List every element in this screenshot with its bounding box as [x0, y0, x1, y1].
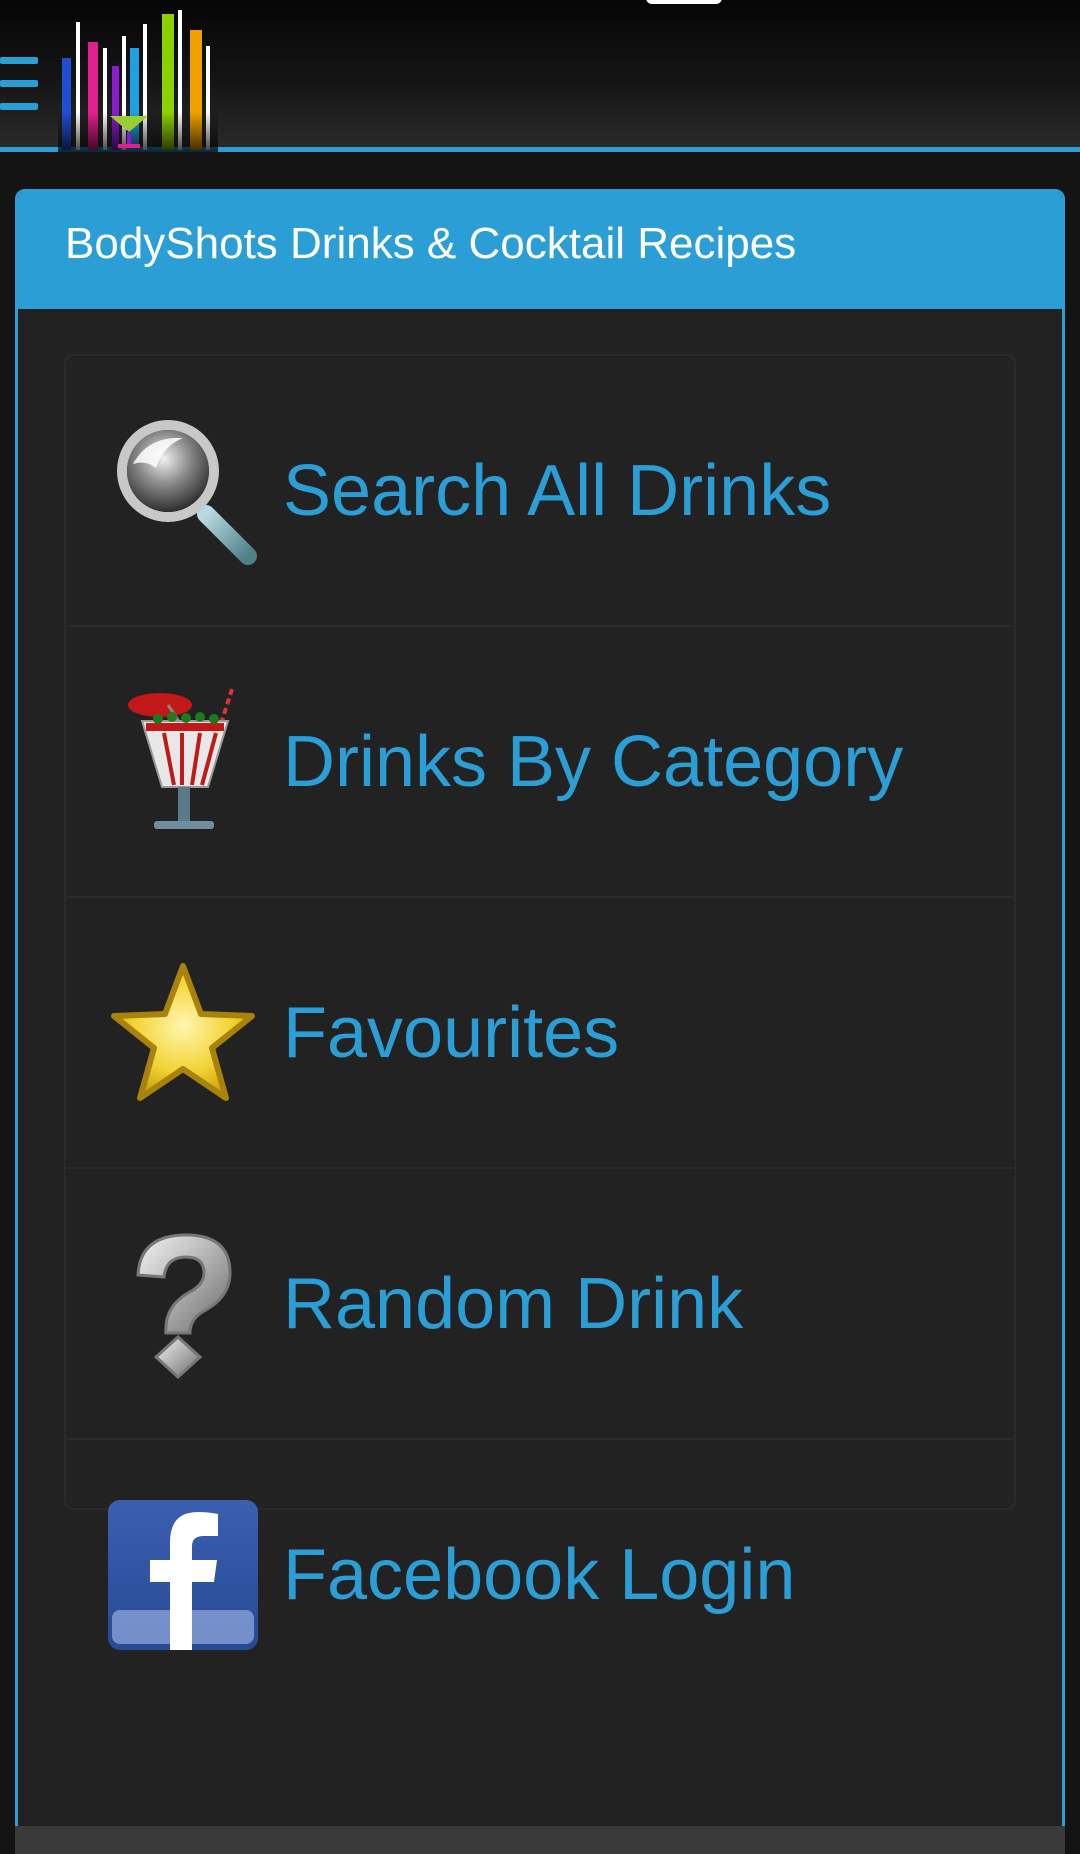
menu-item-search-all-drinks[interactable]: Search All Drinks — [66, 356, 1014, 627]
panel-title: BodyShots Drinks & Cocktail Recipes — [65, 219, 797, 268]
magnifying-glass-icon — [117, 420, 257, 565]
footer-strip — [15, 1826, 1065, 1854]
menu-item-favourites[interactable]: Favourites — [66, 898, 1014, 1169]
app-logo-icon[interactable] — [58, 8, 218, 152]
status-indicator — [646, 0, 722, 4]
app-screen: BodyShots Drinks & Cocktail Recipes Sear… — [0, 0, 1080, 1854]
menu-item-label: Facebook Login — [283, 1535, 796, 1615]
question-mark-icon — [136, 1233, 232, 1379]
top-header-bar — [0, 0, 1080, 152]
menu-item-label: Favourites — [283, 993, 620, 1073]
hamburger-menu-icon[interactable] — [0, 57, 38, 111]
main-panel: BodyShots Drinks & Cocktail Recipes Sear… — [15, 189, 1065, 1854]
menu-item-drinks-by-category[interactable]: Drinks By Category — [66, 627, 1014, 898]
menu-item-random-drink[interactable]: Random Drink — [66, 1169, 1014, 1440]
main-menu-list: Search All Drinks Drinks By Category Fav… — [64, 354, 1016, 1650]
menu-item-label: Search All Drinks — [283, 451, 832, 531]
cocktail-glass-icon — [128, 688, 234, 829]
facebook-icon — [108, 1500, 258, 1650]
star-icon — [111, 963, 255, 1101]
menu-item-label: Random Drink — [283, 1264, 744, 1344]
menu-item-facebook-login[interactable]: Facebook Login — [66, 1440, 1014, 1711]
menu-item-label: Drinks By Category — [283, 722, 904, 802]
panel-header: BodyShots Drinks & Cocktail Recipes — [18, 192, 1062, 309]
